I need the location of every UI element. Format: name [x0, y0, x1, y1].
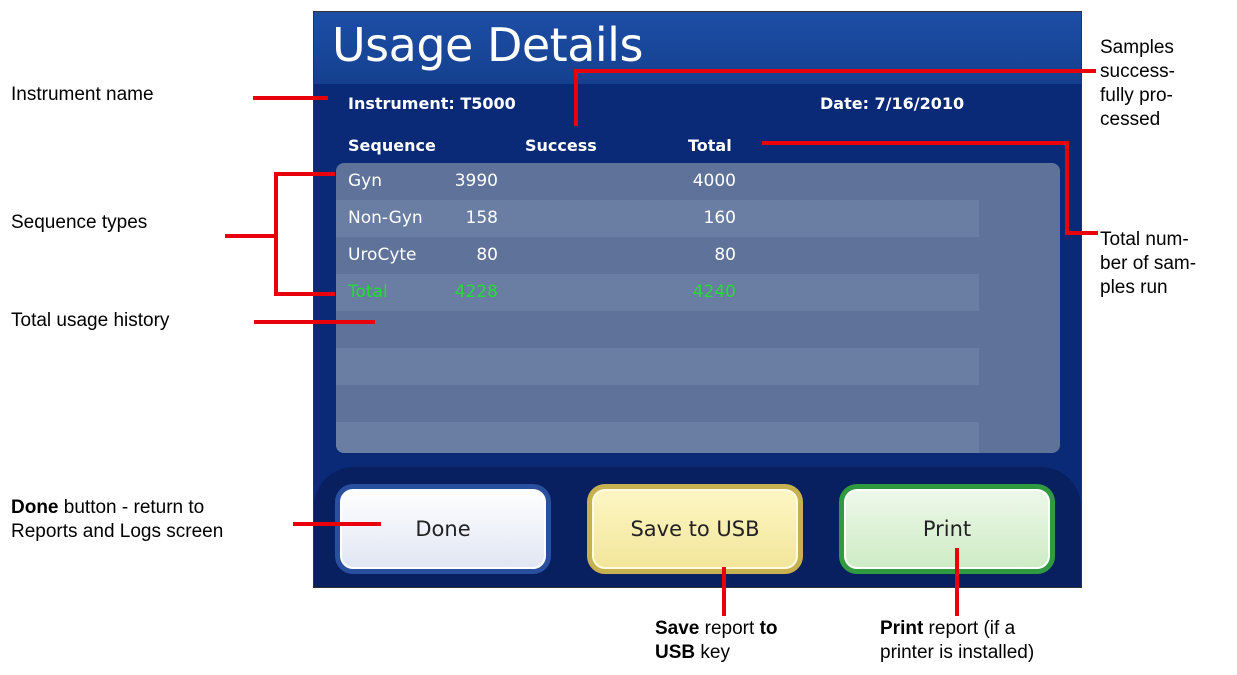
leader-line-sequence-top [274, 172, 335, 176]
print-button-label: Print [922, 517, 972, 541]
done-button[interactable]: Done [335, 484, 551, 574]
table-row: UroCyte 80 80 [336, 237, 979, 274]
cell-sequence: Non-Gyn [348, 208, 423, 228]
cell-total: 80 [714, 245, 736, 265]
callout-total-line-2: ber of sam- [1100, 253, 1197, 274]
cell-success: 80 [476, 245, 498, 265]
callout-save-text-2: key [695, 642, 730, 663]
leader-line-success-v [574, 69, 578, 126]
callout-samples-success: Samples success- fully pro- cessed [1100, 36, 1175, 132]
cell-sequence: UroCyte [348, 245, 417, 265]
table-row: Gyn 3990 4000 [336, 163, 979, 200]
usage-details-screen: Usage Details Instrument: T5000 Date: 7/… [313, 11, 1082, 588]
print-button[interactable]: Print [839, 484, 1055, 574]
save-to-usb-button[interactable]: Save to USB [587, 484, 803, 574]
leader-line-instrument [253, 96, 328, 100]
leader-line-usb [722, 567, 726, 616]
callout-save-bold-1: Save [655, 618, 700, 639]
callout-total-samples: Total num- ber of sam- ples run [1100, 228, 1196, 300]
save-to-usb-button-label: Save to USB [630, 517, 760, 541]
callout-total-line-1: Total num- [1100, 229, 1189, 250]
callout-print-text-2: printer is installed) [880, 642, 1035, 663]
leader-line-success-h [574, 69, 1096, 73]
callout-print-text-1: report (if a [923, 618, 1016, 639]
leader-line-total-usage [254, 320, 375, 324]
table-row-empty [336, 422, 979, 453]
callout-save-bold-2: to [759, 618, 778, 639]
cell-sequence: Total [348, 282, 388, 302]
leader-line-total-h [762, 141, 1069, 145]
table-row-total: Total 4228 4240 [336, 274, 979, 311]
callout-save-usb: Save report to USB key [655, 617, 778, 665]
cell-success: 4228 [454, 282, 498, 302]
callout-save-text-1: report [699, 618, 760, 639]
leader-line-sequence-h [225, 234, 277, 238]
callout-save-bold-3: USB [655, 642, 696, 663]
leader-line-total-v [1065, 141, 1069, 235]
column-header-sequence: Sequence [348, 136, 436, 155]
cell-success: 3990 [454, 171, 498, 191]
callout-print: Print report (if a printer is installed) [880, 617, 1034, 665]
callout-samples-line-3: fully pro- [1100, 85, 1173, 106]
cell-total: 4240 [692, 282, 736, 302]
cell-total: 160 [703, 208, 736, 228]
callout-print-bold: Print [880, 618, 924, 639]
leader-line-done [293, 522, 381, 526]
table-row-empty [336, 385, 979, 422]
done-button-label: Done [415, 517, 471, 541]
cell-sequence: Gyn [348, 171, 383, 191]
callout-sequence-types: Sequence types [11, 212, 148, 233]
callout-done-button: Done button - return to Reports and Logs… [11, 496, 223, 544]
table-row: Non-Gyn 158 160 [336, 200, 979, 237]
instrument-label: Instrument: T5000 [348, 94, 516, 113]
usage-table: Gyn 3990 4000 Non-Gyn 158 160 UroCyte 80… [336, 163, 1060, 453]
page-title: Usage Details [332, 18, 643, 72]
column-header-success: Success [525, 136, 597, 155]
callout-done-text-2: Reports and Logs screen [11, 521, 224, 542]
table-row-empty [336, 348, 979, 385]
title-bar: Usage Details [314, 12, 1081, 84]
table-row-empty [336, 311, 979, 348]
date-label: Date: 7/16/2010 [820, 94, 965, 113]
leader-line-sequence-v [274, 172, 278, 296]
callout-samples-line-4: cessed [1100, 109, 1161, 130]
column-header-total: Total [688, 136, 732, 155]
cell-total: 4000 [692, 171, 736, 191]
cell-success: 158 [465, 208, 498, 228]
leader-line-sequence-bottom [274, 292, 335, 296]
callout-instrument-name: Instrument name [11, 84, 154, 105]
callout-done-bold: Done [11, 497, 59, 518]
leader-line-total-end [1065, 231, 1098, 235]
leader-line-print [955, 548, 959, 616]
callout-total-line-3: ples run [1100, 277, 1168, 298]
callout-done-text-1: button - return to [58, 497, 205, 518]
callout-samples-line-2: success- [1100, 61, 1175, 82]
callout-total-usage: Total usage history [11, 310, 170, 331]
callout-samples-line-1: Samples [1100, 37, 1174, 58]
